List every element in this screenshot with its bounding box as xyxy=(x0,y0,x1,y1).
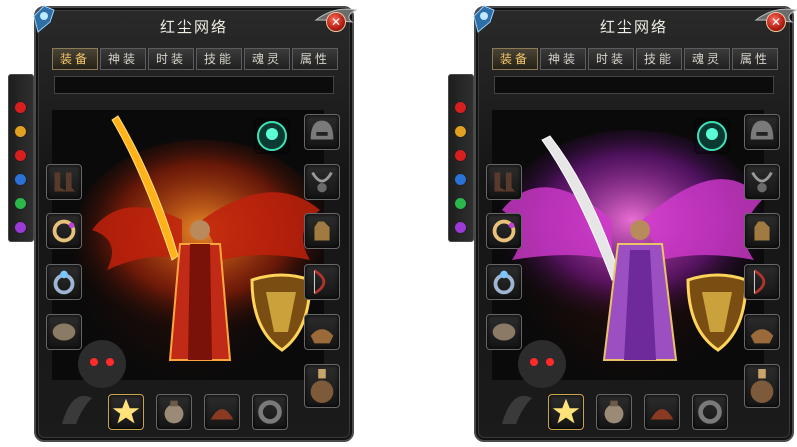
ring-band-slot[interactable] xyxy=(692,394,728,430)
tab-bar: 装备 神装 时装 技能 魂灵 属性 xyxy=(492,48,778,70)
helmet-icon xyxy=(750,120,774,140)
tab-fashion[interactable]: 时装 xyxy=(588,48,634,70)
ring-band-icon xyxy=(698,400,722,424)
potion-slot[interactable] xyxy=(744,364,780,408)
amethyst-gem-icon[interactable] xyxy=(454,221,467,234)
ruby-gem-icon[interactable] xyxy=(454,101,467,114)
tab-divine-gear[interactable]: 神装 xyxy=(540,48,586,70)
helmet-icon xyxy=(310,120,334,140)
emerald-gem-icon[interactable] xyxy=(454,197,467,210)
necklace-icon xyxy=(751,171,773,193)
skull-claw-decoration-icon xyxy=(62,340,126,424)
emerald-gem-icon[interactable] xyxy=(14,197,27,210)
tab-soul[interactable]: 魂灵 xyxy=(244,48,290,70)
ring-icon xyxy=(493,270,515,295)
bow-icon xyxy=(753,269,766,295)
hat-icon xyxy=(210,409,234,420)
glove-slot[interactable] xyxy=(744,213,780,249)
amber-gem-icon[interactable] xyxy=(14,125,27,138)
side-gem-bar-left xyxy=(8,74,34,242)
bow-slot[interactable] xyxy=(304,264,340,300)
helmet-slot[interactable] xyxy=(304,114,340,150)
side-gem-bar-right xyxy=(448,74,474,242)
character-name-bar xyxy=(494,76,774,94)
emerald-badge-icon xyxy=(257,121,287,151)
charm-slot[interactable] xyxy=(596,394,632,430)
hat-icon xyxy=(650,409,674,420)
charm-slot[interactable] xyxy=(156,394,192,430)
necklace-slot[interactable] xyxy=(744,164,780,200)
badge-slot[interactable] xyxy=(254,118,290,154)
helmet-slot[interactable] xyxy=(744,114,780,150)
tab-divine-gear[interactable]: 神装 xyxy=(100,48,146,70)
bow-slot[interactable] xyxy=(744,264,780,300)
amethyst-gem-icon[interactable] xyxy=(14,221,27,234)
potion-slot[interactable] xyxy=(304,364,340,408)
glove-slot[interactable] xyxy=(304,213,340,249)
tab-attributes[interactable]: 属性 xyxy=(732,48,778,70)
ring-slot[interactable] xyxy=(46,264,82,300)
armor-piece-slot[interactable] xyxy=(744,314,780,350)
close-button[interactable]: ✕ xyxy=(326,12,346,32)
window-title: 红尘网络 xyxy=(159,18,228,36)
tab-equipment[interactable]: 装备 xyxy=(52,48,98,70)
ruby-gem-icon[interactable] xyxy=(14,101,27,114)
bracelet-slot[interactable] xyxy=(486,213,522,249)
bracelet-icon xyxy=(52,219,76,243)
glove-icon xyxy=(314,221,330,241)
amber-gem-icon[interactable] xyxy=(454,125,467,138)
potion-icon xyxy=(750,369,774,403)
character-panel-right: 红尘网络 ✕ 装备 神装 时装 技能 魂灵 属性 xyxy=(473,5,797,442)
hat-slot[interactable] xyxy=(644,394,680,430)
tab-skills[interactable]: 技能 xyxy=(636,48,682,70)
boots-slot[interactable] xyxy=(486,164,522,200)
blue-skull-ornament-icon xyxy=(33,5,55,33)
boots-icon xyxy=(494,172,516,192)
ring-slot[interactable] xyxy=(486,264,522,300)
charm-icon xyxy=(164,400,184,424)
tab-equipment[interactable]: 装备 xyxy=(492,48,538,70)
tab-fashion[interactable]: 时装 xyxy=(148,48,194,70)
armor-piece-icon xyxy=(750,329,774,344)
armor-piece-slot[interactable] xyxy=(304,314,340,350)
sapphire-gem-icon[interactable] xyxy=(14,173,27,186)
bow-icon xyxy=(313,269,326,295)
close-button[interactable]: ✕ xyxy=(766,12,786,32)
emerald-badge-icon xyxy=(697,121,727,151)
potion-icon xyxy=(310,369,334,403)
ring-band-icon xyxy=(258,400,282,424)
ring-icon xyxy=(53,270,75,295)
character-name-bar xyxy=(54,76,334,94)
charm-icon xyxy=(604,400,624,424)
glove-icon xyxy=(754,221,770,241)
skull-claw-decoration-icon xyxy=(502,340,566,424)
bracelet-slot[interactable] xyxy=(46,213,82,249)
boots-slot[interactable] xyxy=(46,164,82,200)
boots-icon xyxy=(54,172,76,192)
bracelet-icon xyxy=(492,219,516,243)
character-panel-left: 红尘网络 ✕ 装备 神装 时装 技能 魂灵 属性 xyxy=(33,5,358,442)
sapphire-gem-icon[interactable] xyxy=(454,173,467,186)
ruby-gem-icon[interactable] xyxy=(14,149,27,162)
ruby-gem-icon[interactable] xyxy=(454,149,467,162)
tab-skills[interactable]: 技能 xyxy=(196,48,242,70)
necklace-slot[interactable] xyxy=(304,164,340,200)
badge-slot[interactable] xyxy=(694,118,730,154)
ring-band-slot[interactable] xyxy=(252,394,288,430)
tab-attributes[interactable]: 属性 xyxy=(292,48,338,70)
window-title: 红尘网络 xyxy=(599,18,668,36)
armor-piece-icon xyxy=(310,329,334,344)
hat-slot[interactable] xyxy=(204,394,240,430)
tab-soul[interactable]: 魂灵 xyxy=(684,48,730,70)
blue-skull-ornament-icon xyxy=(473,5,495,33)
necklace-icon xyxy=(311,171,333,193)
tab-bar: 装备 神装 时装 技能 魂灵 属性 xyxy=(52,48,338,70)
